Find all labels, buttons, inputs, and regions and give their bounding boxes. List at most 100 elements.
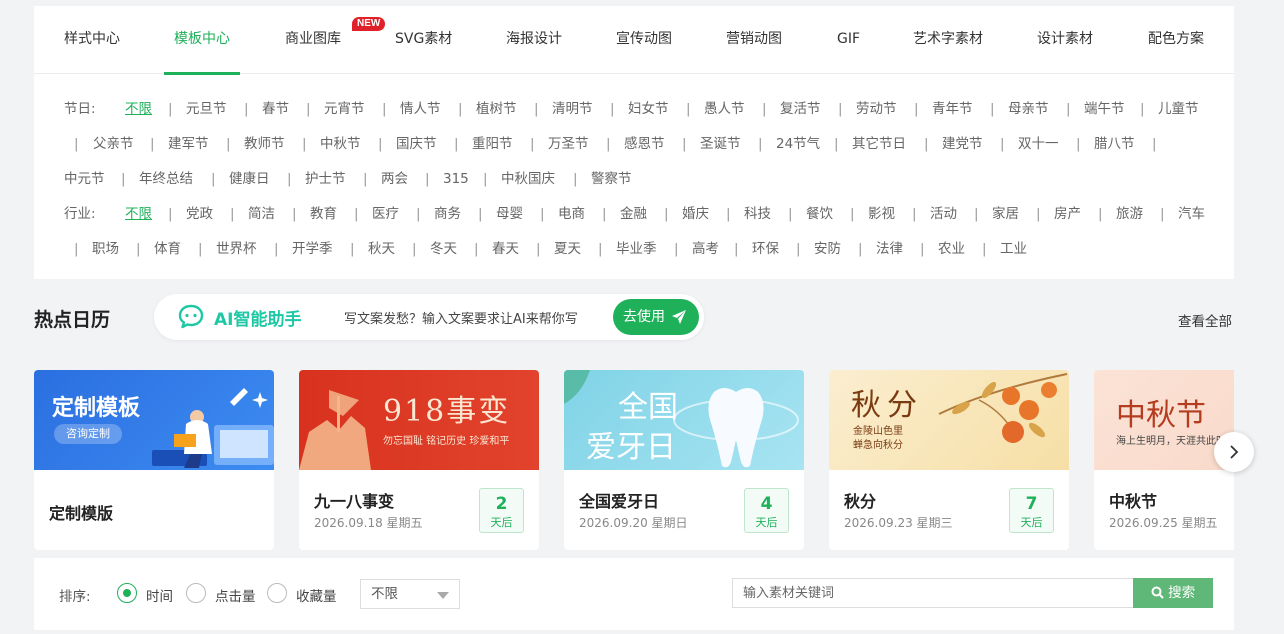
filter-item[interactable]: 旅游 [1116,197,1143,232]
filter-select[interactable]: 不限 [360,579,460,609]
filter-item[interactable]: 职场 [92,232,119,267]
view-all-link[interactable]: 查看全部 [1178,310,1232,330]
filter-item[interactable]: 建军节 [168,127,209,162]
filter-item[interactable]: 元宵节 [324,92,365,127]
filter-item[interactable]: 秋天 [368,232,395,267]
tab-gif[interactable]: GIF [837,6,860,74]
event-card[interactable]: 918事变 勿忘国耻 铭记历史 珍爱和平 九一八事变 2026.09.18 星期… [299,370,539,550]
sort-clicks-label[interactable]: 点击量 [215,585,256,605]
filter-item[interactable]: 商务 [434,197,461,232]
search-button[interactable]: 搜索 [1133,578,1213,608]
filter-item[interactable]: 万圣节 [548,127,589,162]
carousel-next-button[interactable] [1214,432,1254,472]
filter-item[interactable]: 婚庆 [682,197,709,232]
tab-template-center[interactable]: 模板中心 [164,6,240,75]
filter-item[interactable]: 清明节 [552,92,593,127]
filter-item[interactable]: 高考 [692,232,719,267]
tab-color-scheme[interactable]: 配色方案 [1148,6,1204,74]
filter-item[interactable]: 体育 [154,232,181,267]
filter-item[interactable]: 警察节 [591,162,632,197]
filter-item[interactable]: 世界杯 [216,232,257,267]
filter-item[interactable]: 农业 [938,232,965,267]
filter-item[interactable]: 春节 [262,92,289,127]
filter-item[interactable]: 毕业季 [616,232,657,267]
filter-item[interactable]: 国庆节 [396,127,437,162]
filter-item[interactable]: 母亲节 [1008,92,1049,127]
tab-marketing-animation[interactable]: 营销动图 [726,6,782,74]
filter-item[interactable]: 年终总结 [139,162,193,197]
filter-item[interactable]: 健康日 [229,162,270,197]
tab-promo-animation[interactable]: 宣传动图 [616,6,672,74]
filter-item[interactable]: 24节气 [776,127,820,162]
filter-item[interactable]: 复活节 [780,92,821,127]
filter-item[interactable]: 重阳节 [472,127,513,162]
filter-item[interactable]: 不限 [125,92,152,127]
sort-favorites-radio[interactable] [267,583,287,603]
tab-svg[interactable]: SVG素材 [395,6,452,74]
filter-item[interactable]: 影视 [868,197,895,232]
event-date: 2026.09.20 星期日 [579,516,688,530]
filter-item[interactable]: 活动 [930,197,957,232]
filter-item[interactable]: 中元节 [64,162,105,197]
sort-time-label[interactable]: 时间 [146,585,173,605]
filter-item[interactable]: 教育 [310,197,337,232]
filter-item[interactable]: 双十一 [1018,127,1059,162]
filter-item[interactable]: 科技 [744,197,771,232]
filter-item[interactable]: 夏天 [554,232,581,267]
filter-item[interactable]: 冬天 [430,232,457,267]
filter-item[interactable]: 圣诞节 [700,127,741,162]
filter-item[interactable]: 两会 [381,162,408,197]
consult-custom-button[interactable]: 咨询定制 [54,424,122,444]
filter-item[interactable]: 护士节 [305,162,346,197]
filter-item[interactable]: 餐饮 [806,197,833,232]
filter-item[interactable]: 简洁 [248,197,275,232]
filter-item[interactable]: 端午节 [1084,92,1125,127]
ai-use-button[interactable]: 去使用 [613,299,699,335]
tab-poster[interactable]: 海报设计 [506,6,562,74]
filter-item[interactable]: 医疗 [372,197,399,232]
filter-item[interactable]: 植树节 [476,92,517,127]
filter-item[interactable]: 感恩节 [624,127,665,162]
filter-item[interactable]: 元旦节 [186,92,227,127]
tab-style-center[interactable]: 样式中心 [64,6,120,74]
filter-item[interactable]: 妇女节 [628,92,669,127]
filter-item[interactable]: 中秋国庆 [501,162,555,197]
filter-item[interactable]: 法律 [876,232,903,267]
event-card[interactable]: 秋分 金陵山色里 蝉急向秋分 秋分 2026.09.23 星期三 7 天后 [829,370,1069,550]
filter-item[interactable]: 安防 [814,232,841,267]
filter-item[interactable]: 工业 [1000,232,1027,267]
filter-item[interactable]: 儿童节 [1158,92,1199,127]
filter-item[interactable]: 建党节 [942,127,983,162]
filter-item[interactable]: 不限 [125,197,152,232]
event-card[interactable]: 中秋节 海上生明月，天涯共此时 中秋节 2026.09.25 星期五 [1094,370,1234,550]
filter-item[interactable]: 家居 [992,197,1019,232]
event-card[interactable]: 全国 爱牙日 全国爱牙日 2026.09.20 星期日 4 天后 [564,370,804,550]
filter-item[interactable]: 愚人节 [704,92,745,127]
tab-design-material[interactable]: 设计素材 [1037,6,1093,74]
filter-item[interactable]: 青年节 [932,92,973,127]
filter-item[interactable]: 金融 [620,197,647,232]
tab-business-gallery[interactable]: 商业图库 [285,6,341,74]
filter-item[interactable]: 环保 [752,232,779,267]
filter-item[interactable]: 中秋节 [320,127,361,162]
filter-item[interactable]: 315 [443,162,469,197]
filter-item[interactable]: 房产 [1054,197,1081,232]
custom-template-card[interactable]: 定制模板 咨询定制 定制模版 [34,370,274,550]
filter-item[interactable]: 汽车 [1178,197,1205,232]
sort-favorites-label[interactable]: 收藏量 [296,585,337,605]
filter-item[interactable]: 春天 [492,232,519,267]
filter-item[interactable]: 情人节 [400,92,441,127]
filter-item[interactable]: 腊八节 [1094,127,1135,162]
filter-item[interactable]: 母婴 [496,197,523,232]
filter-item[interactable]: 劳动节 [856,92,897,127]
filter-item[interactable]: 教师节 [244,127,285,162]
tab-art-text[interactable]: 艺术字素材 [913,6,983,74]
sort-clicks-radio[interactable] [186,583,206,603]
search-input[interactable] [732,578,1134,608]
filter-item[interactable]: 电商 [558,197,585,232]
sort-time-radio[interactable] [117,583,137,603]
filter-item[interactable]: 党政 [186,197,213,232]
filter-item[interactable]: 父亲节 [93,127,134,162]
filter-item[interactable]: 其它节日 [852,127,906,162]
filter-item[interactable]: 开学季 [292,232,333,267]
